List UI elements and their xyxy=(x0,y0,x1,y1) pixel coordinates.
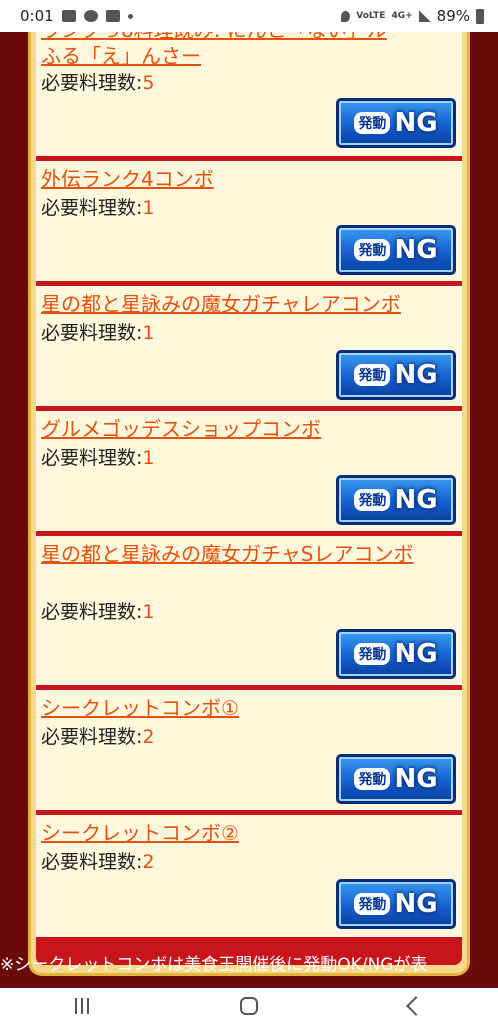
activate-ng-button[interactable]: 発動 NG xyxy=(336,98,456,148)
network-type-label: 4G+ xyxy=(391,10,413,21)
status-bar: 0:01 VoLTE 4G+ 89% xyxy=(0,0,498,32)
activate-ng-button[interactable]: 発動 NG xyxy=(336,475,456,525)
required-dishes: 必要料理数:1 xyxy=(41,322,155,344)
navigation-bar xyxy=(0,988,498,1024)
combo-card: 外伝ランク4コンボ 必要料理数:1 発動 NG xyxy=(36,161,462,281)
combo-title[interactable]: グルメゴッデスショップコンボ xyxy=(41,417,321,442)
activate-ng-button[interactable]: 発動 NG xyxy=(336,754,456,804)
combo-card: グルメゴッデスショップコンボ 必要料理数:1 発動 NG xyxy=(36,411,462,531)
required-dishes: 必要料理数:1 xyxy=(41,601,155,623)
secret-combo-footnote: ※シークレットコンボは美食王開催後に発動OK/NGが表 xyxy=(0,955,428,975)
required-dishes: 必要料理数:5 xyxy=(41,72,155,94)
news-icon xyxy=(105,10,120,22)
chrome-icon xyxy=(83,10,98,22)
recent-apps-icon[interactable] xyxy=(75,998,90,1014)
activate-ng-button[interactable]: 発動 NG xyxy=(336,879,456,929)
required-dishes: 必要料理数:2 xyxy=(41,851,155,873)
required-dishes-value: 1 xyxy=(142,447,155,469)
combo-title[interactable]: シークレットコンボ① xyxy=(41,696,239,721)
required-dishes: 必要料理数:1 xyxy=(41,197,155,219)
required-dishes-value: 2 xyxy=(142,726,155,748)
notification-dot-icon xyxy=(127,13,133,19)
required-dishes-value: 1 xyxy=(142,322,155,344)
activate-ng-button[interactable]: 発動 NG xyxy=(336,225,456,275)
combo-title-line2[interactable]: ふる「え」んさー xyxy=(41,44,201,69)
page-content[interactable]: ランクっ8料理既み: にんこ「ない」ル ふる「え」んさー 必要料理数:5 発動 … xyxy=(0,32,498,988)
battery-percent: 89% xyxy=(436,7,470,25)
gallery-icon xyxy=(61,10,76,22)
combo-card: 星の都と星詠みの魔女ガチャレアコンボ 必要料理数:1 発動 NG xyxy=(36,286,462,406)
signal-icon xyxy=(418,10,431,22)
required-dishes-value: 5 xyxy=(142,72,155,94)
activate-ng-button[interactable]: 発動 NG xyxy=(336,350,456,400)
status-time: 0:01 xyxy=(20,7,54,25)
required-dishes-value: 2 xyxy=(142,851,155,873)
combo-card: シークレットコンボ① 必要料理数:2 発動 NG xyxy=(36,690,462,810)
battery-icon xyxy=(476,8,484,24)
combo-card: シークレットコンボ② 必要料理数:2 発動 NG xyxy=(36,815,462,937)
combo-title[interactable]: ランクっ8料理既み: にんこ「ない」ル xyxy=(41,32,387,43)
combo-card: ランクっ8料理既み: にんこ「ない」ル ふる「え」んさー 必要料理数:5 発動 … xyxy=(36,32,462,156)
back-icon[interactable] xyxy=(405,996,426,1016)
required-dishes-value: 1 xyxy=(142,197,155,219)
required-dishes: 必要料理数:2 xyxy=(41,726,155,748)
home-icon[interactable] xyxy=(239,997,258,1015)
combo-title[interactable]: 外伝ランク4コンボ xyxy=(41,167,214,192)
required-dishes-value: 1 xyxy=(142,601,155,623)
combo-title[interactable]: シークレットコンボ② xyxy=(41,821,239,846)
combo-title[interactable]: 星の都と星詠みの魔女ガチャレアコンボ xyxy=(41,292,401,317)
required-dishes: 必要料理数:1 xyxy=(41,447,155,469)
combo-card: 星の都と星詠みの魔女ガチャSレアコンボ 必要料理数:1 発動 NG xyxy=(36,536,462,685)
activate-ng-button[interactable]: 発動 NG xyxy=(336,629,456,679)
combo-title[interactable]: 星の都と星詠みの魔女ガチャSレアコンボ xyxy=(41,542,451,567)
location-icon xyxy=(341,10,351,22)
volte-label: VoLTE xyxy=(356,10,386,21)
